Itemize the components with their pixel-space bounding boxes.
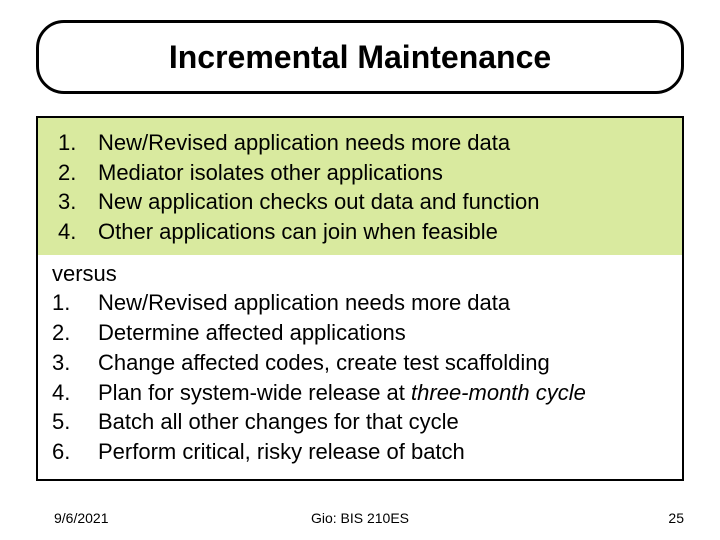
content-box: 1. New/Revised application needs more da… xyxy=(36,116,684,481)
list-item: 4. Other applications can join when feas… xyxy=(52,217,668,247)
list-text-italic: three-month cycle xyxy=(411,380,586,405)
list-text: Plan for system-wide release at three-mo… xyxy=(98,378,668,408)
title-box: Incremental Maintenance xyxy=(36,20,684,94)
list-item: 3. New application checks out data and f… xyxy=(52,187,668,217)
footer-page-number: 25 xyxy=(668,510,684,526)
list-text: Change affected codes, create test scaff… xyxy=(98,348,668,378)
footer-date: 9/6/2021 xyxy=(54,510,109,526)
list-number: 3. xyxy=(52,187,98,217)
list-number: 2. xyxy=(52,318,98,348)
list-item: 4. Plan for system-wide release at three… xyxy=(52,378,668,408)
list-number: 4. xyxy=(52,217,98,247)
list-item: 2. Determine affected applications xyxy=(52,318,668,348)
top-list: 1. New/Revised application needs more da… xyxy=(38,118,682,255)
list-text: Mediator isolates other applications xyxy=(98,158,668,188)
slide-title: Incremental Maintenance xyxy=(169,39,551,76)
list-item: 3. Change affected codes, create test sc… xyxy=(52,348,668,378)
list-number: 4. xyxy=(52,378,98,408)
list-text: New/Revised application needs more data xyxy=(98,288,668,318)
list-number: 2. xyxy=(52,158,98,188)
list-text: New/Revised application needs more data xyxy=(98,128,668,158)
list-item: 1. New/Revised application needs more da… xyxy=(52,288,668,318)
list-item: 5. Batch all other changes for that cycl… xyxy=(52,407,668,437)
list-number: 6. xyxy=(52,437,98,467)
list-item: 1. New/Revised application needs more da… xyxy=(52,128,668,158)
list-text: Batch all other changes for that cycle xyxy=(98,407,668,437)
list-number: 1. xyxy=(52,288,98,318)
bottom-section: versus 1. New/Revised application needs … xyxy=(38,255,682,479)
list-text: Determine affected applications xyxy=(98,318,668,348)
list-number: 1. xyxy=(52,128,98,158)
list-text: Perform critical, risky release of batch xyxy=(98,437,668,467)
list-text: Other applications can join when feasibl… xyxy=(98,217,668,247)
list-text-part: Plan for system-wide release at xyxy=(98,380,411,405)
list-number: 3. xyxy=(52,348,98,378)
list-number: 5. xyxy=(52,407,98,437)
list-item: 2. Mediator isolates other applications xyxy=(52,158,668,188)
footer: 9/6/2021 Gio: BIS 210ES 25 xyxy=(0,510,720,526)
list-item: 6. Perform critical, risky release of ba… xyxy=(52,437,668,467)
list-text: New application checks out data and func… xyxy=(98,187,668,217)
versus-label: versus xyxy=(52,259,668,289)
